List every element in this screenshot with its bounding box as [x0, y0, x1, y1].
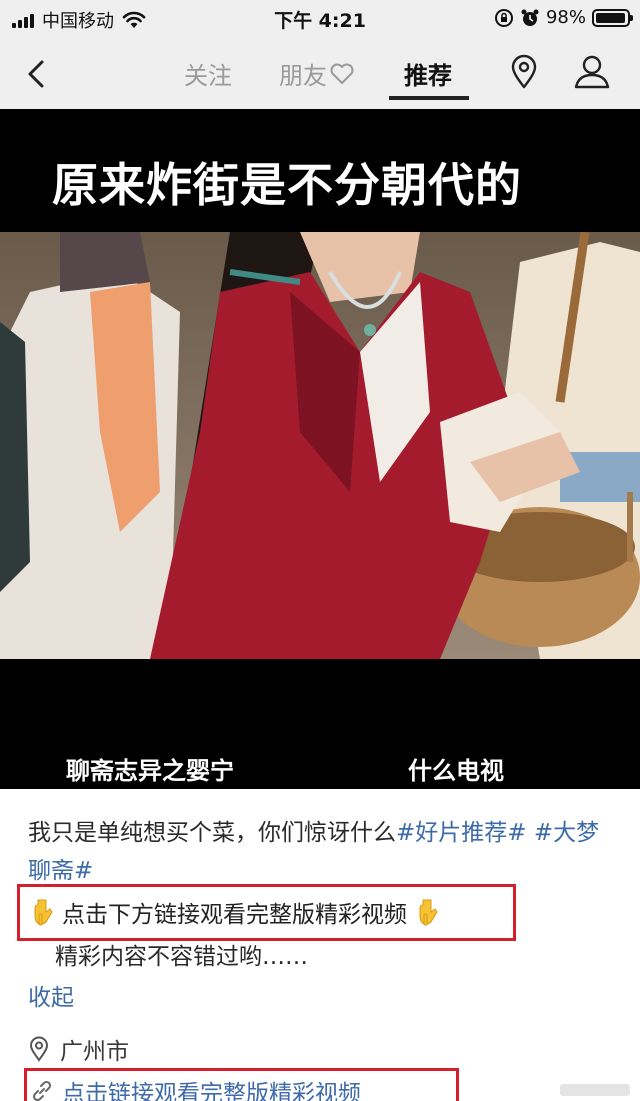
description-text: 我只是单纯想买个菜，你们惊讶什么: [28, 820, 396, 846]
battery-percent: 98%: [545, 7, 586, 28]
status-bar: 中国移动 下午 4:21 98%: [0, 0, 640, 36]
promo-line: 点击下方链接观看完整版精彩视频: [30, 895, 441, 929]
post-description: 我只是单纯想买个菜，你们惊讶什么#好片推荐# #大梦聊斋#: [28, 814, 618, 890]
orientation-lock-icon: [494, 8, 513, 27]
top-nav-bar: 关注 朋友 推荐: [0, 36, 640, 109]
heart-icon: [330, 63, 354, 84]
tab-recommend[interactable]: 推荐: [404, 56, 452, 91]
video-subtitle-left: 聊斋志异之婴宁: [66, 757, 234, 785]
tab-friends-label: 朋友: [279, 62, 327, 90]
hashtag-link[interactable]: #好片推荐#: [396, 820, 527, 846]
collapse-button[interactable]: 收起: [28, 978, 74, 1012]
user-icon: [574, 55, 610, 89]
tab-follow[interactable]: 关注: [184, 56, 232, 91]
back-button[interactable]: [18, 54, 58, 94]
pointing-down-hand-icon: [34, 899, 53, 926]
link-text: 点击链接观看完整版精彩视频: [62, 1081, 361, 1101]
promo-text: 点击下方链接观看完整版精彩视频: [62, 902, 407, 928]
video-caption: 原来炸街是不分朝代的: [52, 158, 522, 212]
alarm-icon: [521, 9, 539, 26]
active-tab-indicator: [389, 96, 469, 100]
location-pin-icon: [29, 1036, 49, 1062]
video-frame-image: [0, 232, 640, 659]
battery-level: [596, 12, 626, 23]
link-icon: [32, 1080, 52, 1101]
video-link[interactable]: 点击链接观看完整版精彩视频: [30, 1074, 361, 1101]
profile-button[interactable]: [572, 54, 612, 94]
battery-icon: [592, 8, 633, 27]
location-pin-icon: [511, 54, 537, 89]
tab-friends[interactable]: 朋友: [279, 56, 355, 91]
nearby-button[interactable]: [508, 54, 540, 94]
location-tag[interactable]: 广州市: [28, 1032, 129, 1066]
location-text: 广州市: [60, 1039, 129, 1065]
chevron-left-icon: [28, 60, 44, 88]
video-player[interactable]: 原来炸街是不分朝代的 聊斋志异之婴宁 什么电视: [0, 109, 640, 789]
video-subtitle-right: 什么电视: [408, 757, 504, 785]
watermark-logo: [560, 1084, 630, 1096]
pointing-down-hand-icon: [419, 899, 438, 926]
more-text: 精彩内容不容错过哟……: [55, 944, 308, 970]
